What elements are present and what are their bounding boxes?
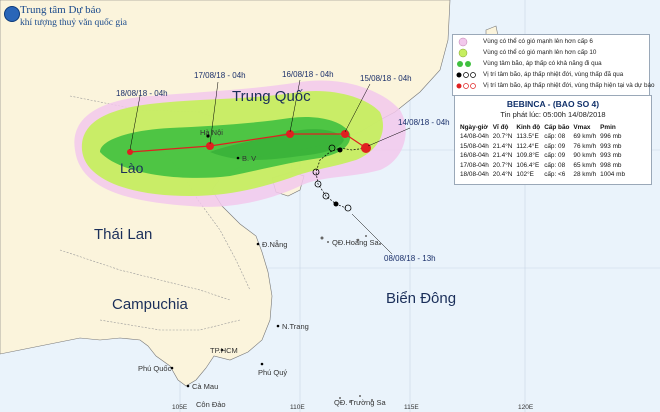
- col-header-lat: Vĩ độ: [492, 123, 509, 131]
- date-16: 16/08/18 - 04h: [282, 70, 334, 79]
- label-laos: Lào: [120, 160, 144, 176]
- table-cell: 996 mb: [600, 133, 622, 141]
- axis-label-110: 110E: [290, 404, 305, 411]
- table-cell: 76 km/h: [573, 142, 597, 150]
- table-cell: 21.4°N: [492, 152, 513, 160]
- table-row: 17/08-04h 20.7°N 106.4°E cấp: 08 65 km/h 998 …: [458, 161, 627, 171]
- table-cell: 17/08-04h: [460, 161, 489, 169]
- table-cell: 28 km/h: [573, 171, 597, 179]
- table-row: 18/08-04h 20.4°N 102°E cấp: <6 28 km/h 1004 m…: [458, 170, 627, 180]
- col-header-time: Ngày-giờ: [460, 123, 488, 131]
- table-cell: 18/08-04h: [460, 171, 489, 179]
- table-body: 14/08-04h 20.7°N 113.5°E cấp: 08 69 km/h 996 …: [458, 132, 627, 180]
- table-cell: 14/08-04h: [460, 133, 489, 141]
- table-cell: 102°E: [516, 171, 534, 179]
- legend-item-zone6: Vùng có thể có gió mạnh lên hơn cấp 6: [483, 38, 593, 45]
- table-row: 16/08-04h 21.4°N 109.8°E cấp: 09 90 km/h 993 …: [458, 151, 627, 161]
- table-row: 15/08-04h 21.4°N 112.4°E cấp: 09 76 km/h 993 …: [458, 142, 627, 152]
- agency-name-line2: khí tượng thuỷ văn quốc gia: [20, 18, 128, 28]
- legend-box: Vùng có thể có gió mạnh lên hơn cấp 6 Vù…: [452, 34, 654, 96]
- date-15: 15/08/18 - 04h: [360, 74, 412, 83]
- past-position-marker: [333, 201, 339, 207]
- storm-table: Ngày-giờ Vĩ độ Kinh độ Cấp bão Vmax Pmin…: [458, 122, 627, 180]
- issue-time: Tin phát lúc: 05:00h 14/08/2018: [500, 110, 606, 119]
- label-thailand: Thái Lan: [94, 226, 153, 243]
- place-danang: Đ.Nẵng: [262, 240, 288, 249]
- legend-swatch-forecast-1: [456, 83, 462, 89]
- legend-swatch-past-1: [456, 72, 462, 78]
- table-cell: 15/08-04h: [460, 142, 489, 150]
- legend-item-cone: Vùng tâm bão, áp thấp có khả năng đi qua: [483, 60, 602, 67]
- date-14: 14/08/18 - 04h: [398, 118, 450, 127]
- table-cell: 16/08-04h: [460, 152, 489, 160]
- place-hanoi: Hà Nội: [200, 128, 223, 137]
- table-cell: 109.8°E: [516, 152, 540, 160]
- storm-info-box: BEBINCA - (BAO SO 4) Tin phát lúc: 05:00…: [454, 95, 652, 185]
- legend-swatch-past-3: [470, 72, 476, 78]
- place-hoangsa: QĐ.Hoàng Sa: [332, 238, 379, 247]
- agency-name-line1: Trung tâm Dự báo: [20, 4, 102, 16]
- label-east-sea: Biển Đông: [386, 290, 457, 307]
- col-header-level: Cấp bão: [544, 123, 570, 131]
- date-18: 18/08/18 - 04h: [116, 89, 168, 98]
- table-cell: 69 km/h: [573, 133, 597, 141]
- place-hcm: TP.HCM: [210, 346, 238, 355]
- table-cell: 65 km/h: [573, 161, 597, 169]
- table-cell: 90 km/h: [573, 152, 597, 160]
- col-header-vmax: Vmax: [573, 123, 591, 131]
- table-cell: 998 mb: [600, 161, 622, 169]
- table-header-row: Ngày-giờ Vĩ độ Kinh độ Cấp bão Vmax Pmin: [458, 122, 627, 132]
- legend-swatch-zone6: [458, 37, 468, 47]
- table-cell: 20.7°N: [492, 133, 513, 141]
- col-header-pmin: Pmin: [600, 123, 616, 131]
- agency-header: Trung tâm Dự báo khí tượng thuỷ văn quốc…: [20, 4, 127, 30]
- place-bv: B. V: [242, 154, 257, 163]
- axis-label-120: 120E: [518, 404, 534, 411]
- table-row: 14/08-04h 20.7°N 113.5°E cấp: 08 69 km/h 996 …: [458, 132, 627, 142]
- legend-item-zone10: Vùng có thể có gió mạnh lên hơn cấp 10: [483, 49, 597, 56]
- legend-swatch-forecast-2: [463, 83, 469, 89]
- axis-label-105: 105E: [172, 404, 188, 411]
- place-camau: Cà Mau: [192, 382, 219, 391]
- label-china: Trung Quốc: [232, 88, 311, 105]
- past-position-marker: [337, 147, 343, 153]
- table-cell: 1004 mb: [600, 171, 626, 179]
- table-cell: 20.7°N: [492, 161, 513, 169]
- legend-swatch-cone: [457, 61, 463, 67]
- table-cell: cấp: 08: [544, 133, 566, 141]
- place-phuquy: Phú Quý: [258, 368, 288, 377]
- table-cell: 993 mb: [600, 152, 622, 160]
- agency-logo: [4, 6, 20, 22]
- place-truongsa: QĐ. Trường Sa: [334, 398, 386, 407]
- place-phuquoc: Phú Quốc: [138, 364, 172, 373]
- table-cell: cấp: 08: [544, 161, 566, 169]
- legend-swatch-past-2: [463, 72, 469, 78]
- label-cambodia: Campuchia: [112, 296, 188, 313]
- legend-swatch-forecast-3: [470, 83, 476, 89]
- legend-swatch-zone10: [458, 48, 468, 58]
- legend-swatch-cone-2: [465, 61, 471, 67]
- storm-title: BEBINCA - (BAO SO 4): [506, 99, 600, 109]
- table-cell: 113.5°E: [516, 133, 539, 141]
- table-cell: cấp: 09: [544, 152, 566, 160]
- date-08: 08/08/18 - 13h: [384, 254, 436, 263]
- current-position-14: [361, 143, 371, 153]
- place-nhatrang: N.Trang: [282, 322, 309, 331]
- date-17: 17/08/18 - 04h: [194, 71, 246, 80]
- table-cell: cấp: 09: [544, 142, 566, 150]
- col-header-lon: Kinh độ: [516, 123, 541, 131]
- table-cell: 993 mb: [600, 142, 622, 150]
- table-cell: 20.4°N: [492, 171, 513, 179]
- table-cell: 112.4°E: [516, 142, 539, 150]
- forecast-position-15: [341, 130, 349, 138]
- table-cell: 21.4°N: [492, 142, 513, 150]
- table-cell: cấp: <6: [544, 171, 566, 179]
- table-cell: 106.4°E: [516, 161, 540, 169]
- legend-swatches: [456, 37, 476, 89]
- legend-item-past: Vị trí tâm bão, áp thấp nhiệt đới, vùng …: [483, 71, 624, 78]
- legend-item-forecast: Vị trí tâm bão, áp thấp nhiệt đới, vùng …: [483, 82, 655, 89]
- place-condao: Côn Đảo: [196, 400, 226, 409]
- axis-label-115: 115E: [404, 404, 419, 411]
